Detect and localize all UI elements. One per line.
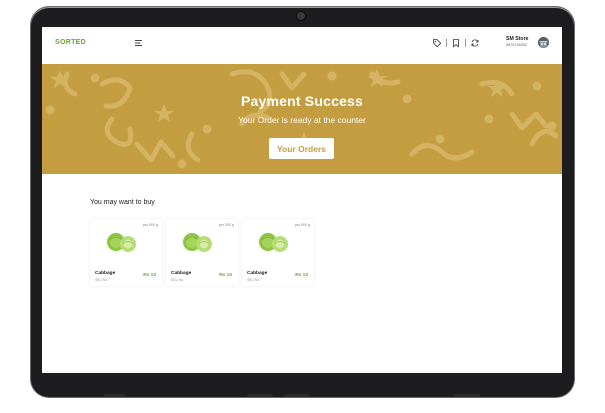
- hardware-button: [247, 394, 273, 397]
- page-title: Payment Success: [240, 93, 364, 109]
- camera-icon: [297, 12, 305, 20]
- cabbage-image: [107, 233, 136, 252]
- order-status-text: Your Order is ready at the counter: [238, 115, 366, 125]
- store-phone: 9876746392: [506, 43, 528, 47]
- tag-icon[interactable]: [432, 38, 442, 48]
- product-price: Rs 10: [219, 273, 232, 278]
- product-weight: per 500 g: [142, 223, 158, 227]
- app-screen: SORTED SM Store 9876746392 Payment Succe…: [42, 27, 562, 373]
- menu-icon[interactable]: [134, 38, 144, 48]
- product-weight: per 500 g: [218, 223, 234, 227]
- product-name: Cabbage: [171, 271, 192, 276]
- product-price: Rs 10: [143, 273, 156, 278]
- payment-success-banner: Payment Success Your Order is ready at t…: [42, 64, 562, 174]
- app-logo[interactable]: SORTED: [55, 39, 86, 46]
- divider: [465, 39, 466, 47]
- divider: [446, 39, 447, 47]
- cabbage-image: [183, 233, 212, 252]
- product-sku: SKU No.: [171, 277, 185, 282]
- avatar[interactable]: [538, 37, 549, 48]
- product-sku: SKU No.: [247, 277, 261, 282]
- product-card[interactable]: per 500 g Cabbage SKU No. Rs 10: [90, 219, 162, 286]
- hardware-button: [284, 394, 310, 397]
- hardware-button: [454, 394, 480, 397]
- product-card[interactable]: per 500 g Cabbage SKU No. Rs 10: [166, 219, 238, 286]
- store-name: SM Store: [506, 36, 529, 42]
- product-card[interactable]: per 500 g Cabbage SKU No. Rs 10: [242, 219, 314, 286]
- store-avatar-icon: [538, 39, 549, 48]
- cabbage-image: [259, 233, 288, 252]
- product-sku: SKU No.: [95, 277, 109, 282]
- product-name: Cabbage: [95, 271, 116, 276]
- product-name: Cabbage: [247, 271, 268, 276]
- product-price: Rs 10: [295, 273, 308, 278]
- product-weight: per 500 g: [294, 223, 310, 227]
- refresh-icon[interactable]: [470, 38, 480, 48]
- hardware-button: [104, 394, 126, 397]
- your-orders-button[interactable]: Your Orders: [269, 138, 334, 159]
- recommendations-title: You may want to buy: [90, 199, 155, 206]
- top-header: SORTED SM Store 9876746392: [42, 27, 562, 64]
- bookmark-icon[interactable]: [451, 38, 461, 48]
